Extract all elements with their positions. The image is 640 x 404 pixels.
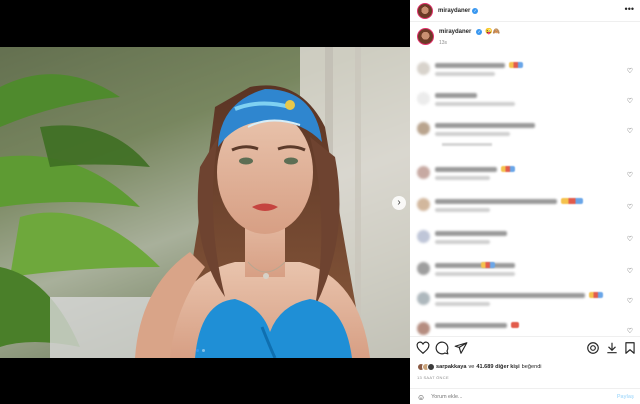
list-item: ♡ <box>417 230 637 254</box>
comment-emoji <box>511 322 519 328</box>
comment-text-redacted <box>435 293 585 298</box>
liker-username[interactable]: sarpakkaya <box>436 364 466 370</box>
more-options-icon[interactable]: ••• <box>625 4 634 14</box>
list-item: ♡ <box>417 198 637 222</box>
post-header: miraydaner ✓ ••• <box>410 0 640 22</box>
caption-avatar[interactable] <box>417 28 434 45</box>
comment-text-redacted <box>435 199 557 204</box>
post-comment-button[interactable]: Paylaş <box>617 394 634 400</box>
likes-others[interactable]: 41.689 diğer kişi <box>476 364 519 370</box>
likes-summary: sarpakkaya ve 41.689 diğer kişi beğendi <box>417 363 544 371</box>
comment-meta-redacted <box>435 72 495 76</box>
heart-icon[interactable]: ♡ <box>627 235 633 243</box>
list-item: ♡ <box>417 122 637 146</box>
heart-icon[interactable] <box>416 341 430 355</box>
avatar <box>427 363 435 371</box>
stats-icon[interactable] <box>586 341 600 355</box>
post-photo[interactable] <box>0 47 410 358</box>
post-timestamp[interactable]: 13 SAAT ÖNCE <box>417 375 449 380</box>
comment-avatar[interactable] <box>417 122 430 135</box>
heart-icon[interactable]: ♡ <box>627 127 633 135</box>
comment-meta-redacted <box>435 132 510 136</box>
comment-emoji <box>501 166 515 172</box>
heart-icon[interactable]: ♡ <box>627 171 633 179</box>
post-modal: › miraydaner ✓ ••• miraydaner ✓ 😜🙈 13s ♡… <box>0 0 640 404</box>
caption-username[interactable]: miraydaner <box>439 29 471 35</box>
bookmark-icon[interactable] <box>623 341 637 355</box>
carousel-dot-active <box>196 349 199 352</box>
next-slide-button[interactable]: › <box>392 196 406 210</box>
comment-text-redacted <box>435 323 507 328</box>
comment-avatar[interactable] <box>417 230 430 243</box>
photo-illustration <box>0 47 410 358</box>
comment-list: ♡ ♡ ♡ ♡ ♡ ♡ ♡ ♡ ♡ <box>410 58 640 336</box>
list-item: ♡ <box>417 62 637 86</box>
heart-icon[interactable]: ♡ <box>627 97 633 105</box>
comment-input[interactable] <box>431 394 582 400</box>
comment-meta-redacted <box>435 176 490 180</box>
comment-meta-redacted <box>435 240 490 244</box>
list-item: ♡ <box>417 292 637 316</box>
comment-avatar[interactable] <box>417 62 430 75</box>
comment-text-redacted <box>435 263 515 268</box>
comment-avatar[interactable] <box>417 322 430 335</box>
emoji-icon[interactable]: ☺ <box>417 393 425 402</box>
liker-avatars <box>417 363 435 371</box>
comment-text-redacted <box>435 167 497 172</box>
comment-text-redacted <box>435 93 477 98</box>
post-caption: miraydaner ✓ 😜🙈 13s <box>417 28 500 46</box>
carousel-dot <box>202 349 205 352</box>
list-item: ♡ <box>417 92 637 116</box>
likes-suffix: beğendi <box>521 364 542 370</box>
comment-avatar[interactable] <box>417 166 430 179</box>
comment-avatar[interactable] <box>417 198 430 211</box>
carousel-dots <box>196 349 205 352</box>
comment-meta-redacted <box>435 302 490 306</box>
comment-emoji <box>481 262 495 268</box>
comment-emoji <box>589 292 603 298</box>
download-icon[interactable] <box>605 341 619 355</box>
username-link[interactable]: miraydaner <box>438 8 470 14</box>
comment-avatar[interactable] <box>417 92 430 105</box>
list-item: ♡ <box>417 166 637 190</box>
heart-icon[interactable]: ♡ <box>627 267 633 275</box>
comment-meta-redacted <box>435 272 515 276</box>
comment-text-redacted <box>435 231 507 236</box>
comment-text-redacted <box>435 123 535 128</box>
caption-text: 😜🙈 <box>485 29 501 35</box>
comment-meta-redacted <box>435 208 490 212</box>
verified-badge-icon: ✓ <box>472 7 479 14</box>
comment-icon[interactable] <box>435 341 449 355</box>
post-side-panel: miraydaner ✓ ••• miraydaner ✓ 😜🙈 13s ♡ ♡… <box>410 0 640 404</box>
heart-icon[interactable]: ♡ <box>627 297 633 305</box>
avatar[interactable] <box>417 2 433 19</box>
comment-avatar[interactable] <box>417 292 430 305</box>
comment-emoji <box>561 198 583 204</box>
verified-badge-icon: ✓ <box>476 28 483 35</box>
view-replies-redacted[interactable] <box>442 143 492 146</box>
list-item: ♡ <box>417 322 637 336</box>
comment-meta-redacted <box>435 102 515 106</box>
list-item: ♡ <box>417 262 637 286</box>
caption-time: 13s <box>439 40 448 46</box>
heart-icon[interactable]: ♡ <box>627 327 633 335</box>
comment-avatar[interactable] <box>417 262 430 275</box>
add-comment-bar: ☺ Paylaş <box>410 388 640 404</box>
send-icon[interactable] <box>454 341 468 355</box>
comment-emoji <box>509 62 523 68</box>
comment-text-redacted <box>435 63 505 68</box>
heart-icon[interactable]: ♡ <box>627 203 633 211</box>
media-pane: › <box>0 0 410 404</box>
likes-connector: ve <box>468 364 475 370</box>
heart-icon[interactable]: ♡ <box>627 67 633 75</box>
post-actions: sarpakkaya ve 41.689 diğer kişi beğendi … <box>410 336 640 404</box>
